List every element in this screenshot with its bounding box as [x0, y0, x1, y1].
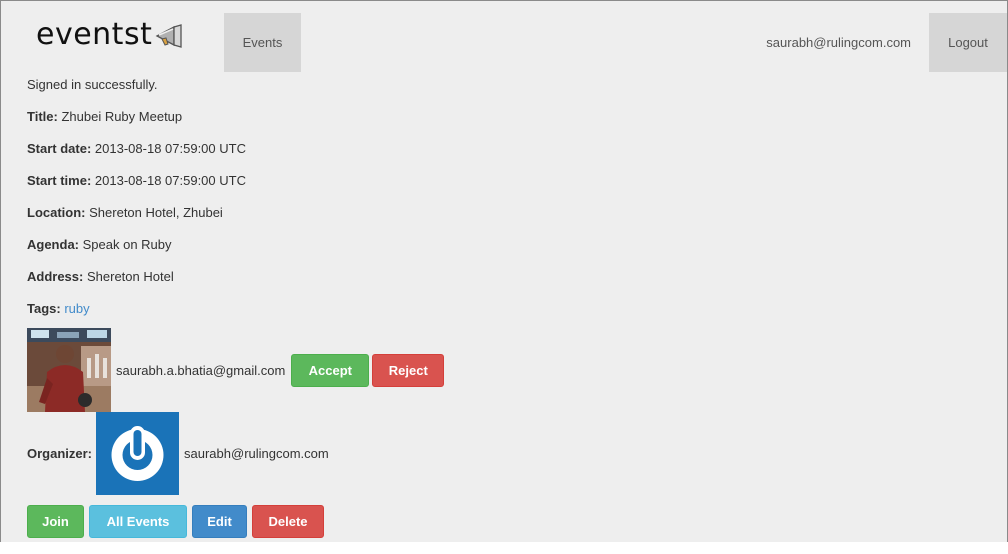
megaphone-icon: [154, 23, 184, 51]
event-agenda: Speak on Ruby: [82, 237, 172, 252]
tag-link[interactable]: ruby: [64, 301, 89, 316]
event-start-date: 2013-08-18 07:59:00 UTC: [94, 141, 246, 156]
title-label: Title:: [27, 109, 58, 124]
nav-user-email[interactable]: saurabh@rulingcom.com: [766, 13, 911, 72]
event-location-row: Location: Shereton Hotel, Zhubei: [27, 205, 223, 220]
reject-button[interactable]: Reject: [372, 353, 445, 387]
agenda-label: Agenda:: [27, 237, 79, 252]
organizer-email: saurabh@rulingcom.com: [184, 446, 329, 461]
flash-notice: Signed in successfully.: [27, 77, 158, 92]
organizer-label: Organizer:: [27, 446, 93, 461]
brand-logo[interactable]: eventst: [36, 15, 184, 55]
event-address-row: Address: Shereton Hotel: [27, 269, 174, 284]
logout-button[interactable]: Logout: [929, 13, 1007, 72]
event-start-date-row: Start date: 2013-08-18 07:59:00 UTC: [27, 141, 246, 156]
start-time-label: Start time:: [27, 173, 92, 188]
attendee-email: saurabh.a.bhatia@gmail.com: [116, 362, 286, 378]
start-date-label: Start date:: [27, 141, 92, 156]
power-icon: [96, 412, 180, 495]
attendee-request: saurabh.a.bhatia@gmail.com Accept Reject: [27, 328, 445, 412]
event-tags-row: Tags: ruby: [27, 301, 90, 316]
delete-button[interactable]: Delete: [252, 505, 324, 538]
event-start-time: 2013-08-18 07:59:00 UTC: [94, 173, 246, 188]
event-agenda-row: Agenda: Speak on Ruby: [27, 237, 172, 252]
nav-events-link[interactable]: Events: [224, 13, 301, 72]
join-button[interactable]: Join: [27, 505, 84, 538]
event-address: Shereton Hotel: [86, 269, 174, 284]
event-title-row: Title: Zhubei Ruby Meetup: [27, 109, 182, 124]
event-actions: Join All Events Edit Delete: [27, 505, 324, 538]
tags-label: Tags:: [27, 301, 61, 316]
brand-name: eventst: [36, 17, 153, 52]
accept-button[interactable]: Accept: [291, 353, 370, 387]
event-location: Shereton Hotel, Zhubei: [89, 205, 223, 220]
page-bottom-margin: [0, 542, 1008, 554]
app-window: eventst Events saurabh@rulingcom.com Log…: [0, 0, 1008, 542]
navbar: eventst Events saurabh@rulingcom.com Log…: [1, 1, 1007, 73]
organizer-row: Organizer: saurabh@rulingcom.com: [27, 412, 329, 495]
attendee-avatar: [27, 328, 111, 412]
edit-button[interactable]: Edit: [192, 505, 247, 538]
address-label: Address:: [27, 269, 84, 284]
all-events-button[interactable]: All Events: [89, 505, 187, 538]
event-title: Zhubei Ruby Meetup: [61, 109, 183, 124]
event-start-time-row: Start time: 2013-08-18 07:59:00 UTC: [27, 173, 246, 188]
location-label: Location:: [27, 205, 86, 220]
